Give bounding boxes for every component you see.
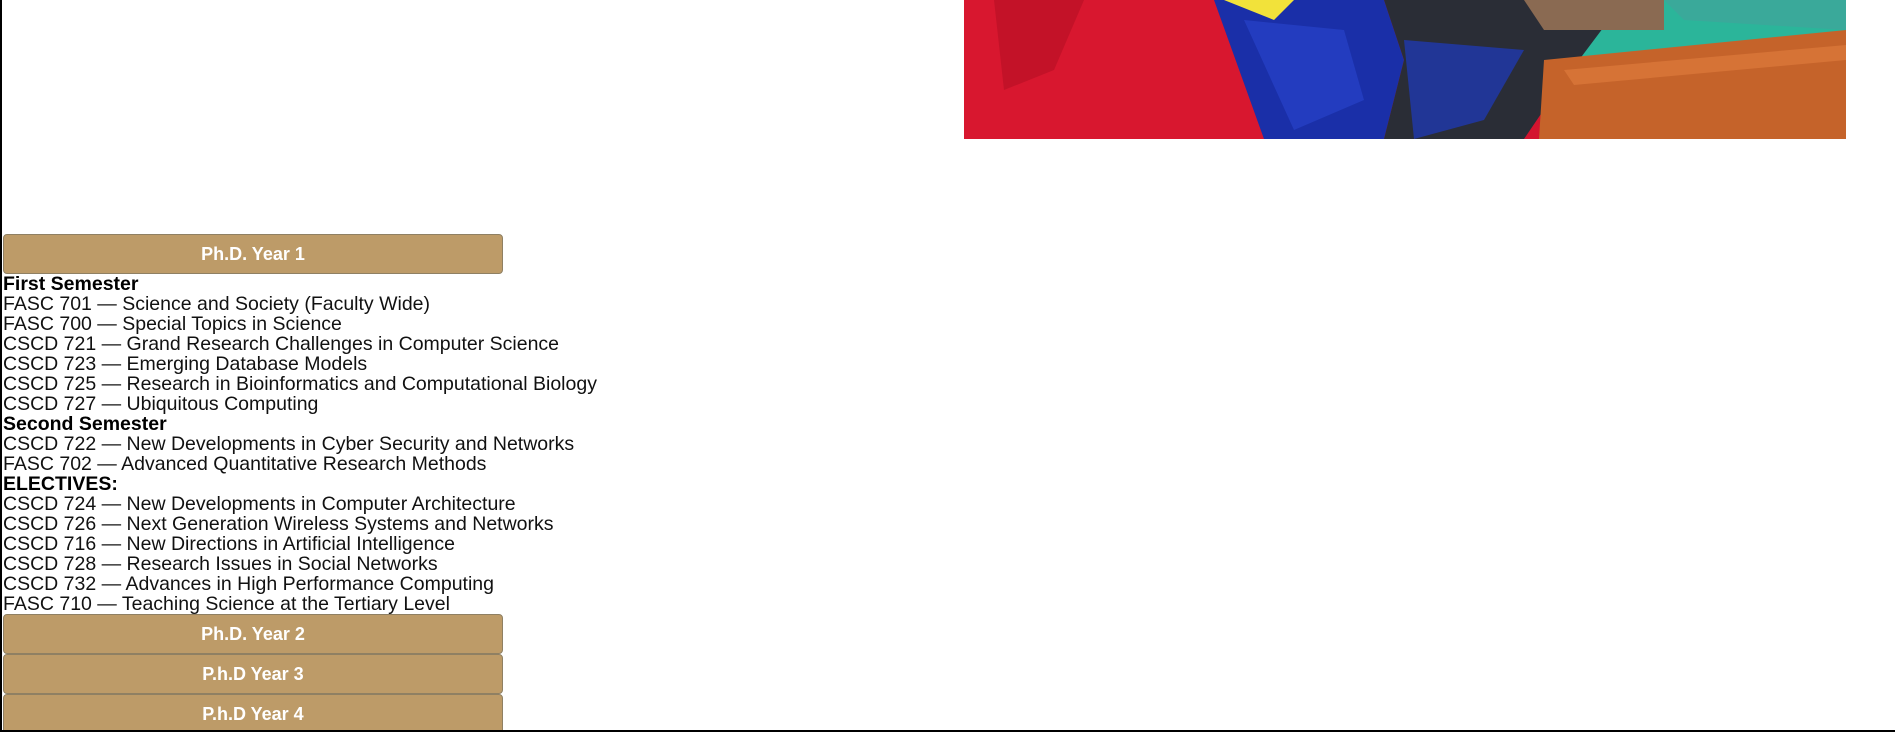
page: Ph.D. Year 1 First Semester FASC 701 — S… (0, 0, 1895, 732)
course-item: CSCD 728 — Research Issues in Social Net… (3, 553, 438, 575)
course-item: CSCD 727 — Ubiquitous Computing (3, 393, 319, 415)
course-item: FASC 701 — Science and Society (Faculty … (3, 293, 431, 315)
course-item: FASC 700 — Special Topics in Science (3, 313, 342, 335)
course-item: CSCD 724 — New Developments in Computer … (3, 493, 516, 515)
accordion-button-phd-year-1[interactable]: Ph.D. Year 1 (3, 234, 503, 274)
course-item: CSCD 725 — Research in Bioinformatics an… (3, 373, 597, 395)
graduation-photo (964, 0, 1846, 139)
course-item: CSCD 721 — Grand Research Challenges in … (3, 333, 560, 355)
accordion-button-phd-year-4[interactable]: P.h.D Year 4 (3, 694, 503, 730)
course-item: CSCD 723 — Emerging Database Models (3, 353, 368, 375)
semester-heading-second: Second Semester (3, 413, 167, 435)
semester-heading-first: First Semester (3, 273, 139, 295)
accordion-panel-phd-year-1: First Semester FASC 701 — Science and So… (3, 274, 703, 614)
course-item: CSCD 726 — Next Generation Wireless Syst… (3, 513, 554, 535)
accordion-button-phd-year-3[interactable]: P.h.D Year 3 (3, 654, 503, 694)
phd-accordion: Ph.D. Year 1 First Semester FASC 701 — S… (3, 234, 703, 730)
accordion-button-phd-year-2[interactable]: Ph.D. Year 2 (3, 614, 503, 654)
course-item: FASC 702 — Advanced Quantitative Researc… (3, 453, 487, 475)
electives-heading: ELECTIVES: (3, 473, 118, 495)
course-item: CSCD 732 — Advances in High Performance … (3, 573, 494, 595)
course-item: CSCD 722 — New Developments in Cyber Sec… (3, 433, 575, 455)
course-item: FASC 710 — Teaching Science at the Terti… (3, 593, 450, 615)
graduation-photo-image (964, 0, 1846, 139)
course-item: CSCD 716 — New Directions in Artificial … (3, 533, 455, 555)
